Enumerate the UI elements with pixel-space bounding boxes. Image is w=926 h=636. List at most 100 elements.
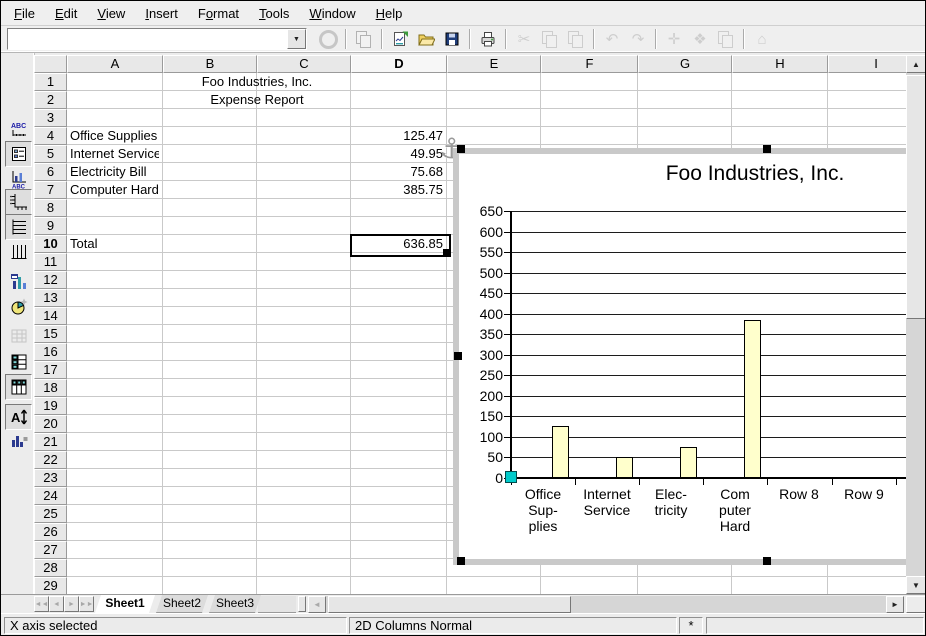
url-combobox-input[interactable] <box>8 29 287 49</box>
tab-scrollbar-splitter[interactable] <box>298 596 306 612</box>
chart-object-handle[interactable] <box>763 145 771 153</box>
row-header-19[interactable]: 19 <box>34 397 67 415</box>
merged-cell-row1[interactable]: Foo Industries, Inc. <box>163 74 351 90</box>
column-header-A[interactable]: A <box>67 55 163 73</box>
cell-A5[interactable]: Internet Service <box>70 146 159 162</box>
chart-x-category-label-3[interactable]: Com puter Hard <box>703 486 767 534</box>
spreadsheet-grid[interactable]: Foo Industries, Inc. 0501001502002503003… <box>34 55 906 594</box>
chart-object[interactable]: Foo Industries, Inc. 0501001502002503003… <box>453 148 906 565</box>
row-header-10[interactable]: 10 <box>34 235 67 253</box>
previous-sheet-button[interactable]: ◄ <box>49 596 64 612</box>
chart-y-axis[interactable] <box>510 211 512 480</box>
chart-x-category-label-2[interactable]: Elec- tricity <box>639 486 703 518</box>
row-header-25[interactable]: 25 <box>34 505 67 523</box>
data-in-rows-button[interactable] <box>5 349 32 375</box>
chart-x-category-label-4[interactable]: Row 8 <box>767 486 831 502</box>
first-sheet-button[interactable]: ◄◄ <box>34 596 49 612</box>
open-file-button[interactable] <box>413 26 439 52</box>
row-header-12[interactable]: 12 <box>34 271 67 289</box>
next-sheet-button[interactable]: ► <box>64 596 79 612</box>
scroll-up-button[interactable]: ▲ <box>906 55 926 73</box>
column-header-D[interactable]: D <box>351 55 447 73</box>
new-document-button[interactable] <box>387 26 413 52</box>
vertical-scroll-thumb[interactable] <box>906 75 926 319</box>
edit-chart-type-button[interactable] <box>5 269 32 295</box>
row-header-11[interactable]: 11 <box>34 253 67 271</box>
reorganize-chart-button[interactable] <box>5 427 32 453</box>
column-header-G[interactable]: G <box>638 55 732 73</box>
scroll-down-button[interactable]: ▼ <box>906 576 926 594</box>
vertical-scrollbar[interactable]: ▲ ▼ <box>906 55 926 594</box>
row-header-22[interactable]: 22 <box>34 451 67 469</box>
row-header-28[interactable]: 28 <box>34 559 67 577</box>
menu-view[interactable]: View <box>87 3 135 24</box>
cell-D4[interactable]: 125.47 <box>354 128 443 144</box>
combo-dropdown-button[interactable]: ▼ <box>287 29 306 49</box>
cell-A7[interactable]: Computer Hardware <box>70 182 159 198</box>
menu-tools[interactable]: Tools <box>249 3 299 24</box>
chart-bar-3[interactable] <box>744 320 761 478</box>
row-header-7[interactable]: 7 <box>34 181 67 199</box>
menu-insert[interactable]: Insert <box>135 3 188 24</box>
row-header-2[interactable]: 2 <box>34 91 67 109</box>
autoformat-chart-button[interactable] <box>5 293 32 319</box>
save-document-button[interactable] <box>439 26 465 52</box>
selection-fill-handle[interactable] <box>443 249 449 255</box>
row-header-14[interactable]: 14 <box>34 307 67 325</box>
row-header-1[interactable]: 1 <box>34 73 67 91</box>
print-file-button[interactable] <box>475 26 501 52</box>
row-header-13[interactable]: 13 <box>34 289 67 307</box>
row-header-27[interactable]: 27 <box>34 541 67 559</box>
last-sheet-button[interactable]: ►► <box>79 596 94 612</box>
sheet-tab-sheet3[interactable]: Sheet3 <box>209 595 261 613</box>
row-header-5[interactable]: 5 <box>34 145 67 163</box>
chart-bar-2[interactable] <box>680 447 697 478</box>
merged-cell-row2[interactable]: Expense Report <box>163 92 351 108</box>
chart-x-axis[interactable] <box>510 477 906 479</box>
row-header-20[interactable]: 20 <box>34 415 67 433</box>
column-header-I[interactable]: I <box>828 55 906 73</box>
row-header-26[interactable]: 26 <box>34 523 67 541</box>
chart-x-category-label-5[interactable]: Row 9 <box>832 486 896 502</box>
row-header-17[interactable]: 17 <box>34 361 67 379</box>
horizontal-scroll-thumb[interactable] <box>328 596 571 613</box>
data-in-columns-button[interactable] <box>5 374 32 400</box>
row-header-4[interactable]: 4 <box>34 127 67 145</box>
column-header-F[interactable]: F <box>541 55 638 73</box>
row-header-8[interactable]: 8 <box>34 199 67 217</box>
sheet-tab-sheet2[interactable]: Sheet2 <box>156 595 208 613</box>
row-header-18[interactable]: 18 <box>34 379 67 397</box>
chart-object-handle[interactable] <box>457 145 465 153</box>
row-header-21[interactable]: 21 <box>34 433 67 451</box>
row-header-29[interactable]: 29 <box>34 577 67 594</box>
horizontal-scrollbar[interactable] <box>326 596 886 613</box>
menu-edit[interactable]: Edit <box>45 3 87 24</box>
chart-object-handle[interactable] <box>454 352 462 360</box>
legend-on-off-button[interactable] <box>5 141 32 167</box>
row-header-3[interactable]: 3 <box>34 109 67 127</box>
column-header-E[interactable]: E <box>447 55 541 73</box>
hscroll-right-button[interactable]: ► <box>886 596 904 613</box>
column-header-C[interactable]: C <box>257 55 351 73</box>
cell-A4[interactable]: Office Supplies <box>70 128 159 144</box>
cell-D5[interactable]: 49.95 <box>354 146 443 162</box>
cell-D7[interactable]: 385.75 <box>354 182 443 198</box>
x-axis-selection-handle[interactable] <box>505 471 517 483</box>
cell-A6[interactable]: Electricity Bill <box>70 164 159 180</box>
chart-x-category-label-0[interactable]: Office Sup- plies <box>511 486 575 534</box>
vertical-grid-on-off-button[interactable] <box>5 239 32 265</box>
row-header-6[interactable]: 6 <box>34 163 67 181</box>
menu-window[interactable]: Window <box>299 3 365 24</box>
cell-D6[interactable]: 75.68 <box>354 164 443 180</box>
chart-bar-0[interactable] <box>552 426 569 478</box>
chart-x-category-label-1[interactable]: Internet Service <box>575 486 639 518</box>
column-header-B[interactable]: B <box>163 55 257 73</box>
column-header-H[interactable]: H <box>732 55 828 73</box>
menu-help[interactable]: Help <box>366 3 413 24</box>
row-header-15[interactable]: 15 <box>34 325 67 343</box>
chart-title[interactable]: Foo Industries, Inc. <box>555 162 906 186</box>
row-header-16[interactable]: 16 <box>34 343 67 361</box>
cell-A10[interactable]: Total <box>70 236 159 252</box>
row-header-9[interactable]: 9 <box>34 217 67 235</box>
menu-file[interactable]: File <box>4 3 45 24</box>
